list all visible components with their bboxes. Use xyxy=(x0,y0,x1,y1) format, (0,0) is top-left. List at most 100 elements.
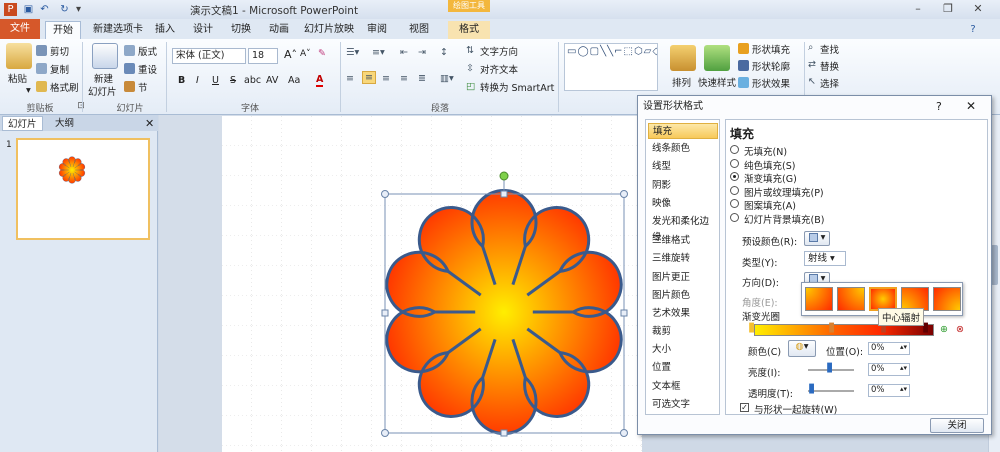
fill-option-label[interactable]: 幻灯片背景填充(B) xyxy=(744,212,824,226)
strike-button[interactable]: S xyxy=(230,75,236,86)
section-button[interactable]: 节 xyxy=(138,80,148,94)
quick-styles-button[interactable]: 快速样式 xyxy=(698,75,736,89)
launcher-icon[interactable]: ⊡ xyxy=(76,101,86,111)
dialog-close-icon[interactable]: ✕ xyxy=(966,99,976,113)
replace-button[interactable]: 替换 xyxy=(820,59,839,73)
layout-button[interactable]: 版式 xyxy=(138,44,157,58)
position-spinner[interactable]: 0% ▴▾ xyxy=(868,342,910,355)
clear-format-icon[interactable]: ✎ xyxy=(318,48,326,59)
shadow-button[interactable]: abc xyxy=(244,75,261,86)
spinner-arrows-icon[interactable]: ▴▾ xyxy=(900,384,907,395)
remove-stop-icon[interactable]: ⊗ xyxy=(956,324,964,335)
bold-button[interactable]: B xyxy=(178,75,185,86)
tab-slides[interactable]: 幻灯片 xyxy=(2,116,43,131)
bullets-icon[interactable]: ☰▾ xyxy=(346,47,359,58)
tab-transitions[interactable]: 切换 xyxy=(226,21,256,39)
new-slide-button[interactable]: 新建 xyxy=(94,71,113,85)
format-painter-button[interactable]: 格式刷 xyxy=(50,80,79,94)
tab-outline[interactable]: 大纲 xyxy=(50,116,79,131)
arrange-button[interactable]: 排列 xyxy=(672,75,691,89)
slide[interactable] xyxy=(222,116,642,452)
shape-outline-icon[interactable] xyxy=(738,60,749,71)
brightness-slider-thumb[interactable]: ▮ xyxy=(826,360,833,375)
direction-option-2[interactable] xyxy=(837,287,865,311)
copy-icon[interactable] xyxy=(36,63,47,74)
rotate-with-shape-checkbox[interactable]: ✓ xyxy=(740,403,749,412)
spinner-arrows-icon[interactable]: ▴▾ xyxy=(900,363,907,374)
format-painter-icon[interactable] xyxy=(36,81,47,92)
replace-icon[interactable]: ⇄ xyxy=(808,59,816,70)
columns-icon[interactable]: ▥▾ xyxy=(440,73,454,84)
text-direction-button[interactable]: 文字方向 xyxy=(480,44,518,58)
direction-option-5[interactable] xyxy=(933,287,961,311)
select-button[interactable]: 选择 xyxy=(820,76,839,90)
nav-item[interactable]: 阴影 xyxy=(648,178,718,194)
transparency-spinner[interactable]: 0% ▴▾ xyxy=(868,384,910,397)
paste-icon[interactable] xyxy=(6,43,32,69)
cut-icon[interactable] xyxy=(36,45,47,56)
paste-dropdown-icon[interactable]: ▾ xyxy=(26,85,31,96)
undo-icon[interactable]: ↶ xyxy=(38,3,51,16)
tab-slideshow[interactable]: 幻灯片放映 xyxy=(304,21,354,39)
align-text-icon[interactable]: ⇳ xyxy=(466,63,474,74)
qat-dropdown-icon[interactable]: ▾ xyxy=(72,3,85,16)
fill-option-radio[interactable] xyxy=(730,185,739,195)
fill-option-radio[interactable] xyxy=(730,199,739,209)
section-icon[interactable] xyxy=(124,81,135,92)
align-text-button[interactable]: 对齐文本 xyxy=(480,62,518,76)
nav-item[interactable]: 裁剪 xyxy=(648,324,718,340)
fill-option-radio[interactable] xyxy=(730,158,739,168)
new-slide-label[interactable]: 幻灯片 xyxy=(88,84,117,98)
decrease-indent-icon[interactable]: ⇤ xyxy=(400,47,408,58)
shape-effects-icon[interactable] xyxy=(738,77,749,88)
nav-item[interactable]: 发光和柔化边缘 xyxy=(648,214,718,243)
brightness-spinner[interactable]: 0% ▴▾ xyxy=(868,363,910,376)
smartart-button[interactable]: 转换为 SmartArt xyxy=(480,80,554,94)
paste-button[interactable]: 粘贴 xyxy=(8,71,27,85)
quick-styles-icon[interactable] xyxy=(704,45,730,71)
align-right-icon[interactable]: ≡ xyxy=(382,73,390,84)
close-button[interactable]: 关闭 xyxy=(930,418,984,433)
nav-item[interactable]: 三维格式 xyxy=(648,233,718,249)
fill-option-label[interactable]: 无填充(N) xyxy=(744,144,787,158)
nav-item[interactable]: 线型 xyxy=(648,159,718,175)
layout-icon[interactable] xyxy=(124,45,135,56)
close-pane-icon[interactable]: ✕ xyxy=(140,116,159,131)
numbering-icon[interactable]: ≡▾ xyxy=(372,47,385,58)
justify-icon[interactable]: ≡ xyxy=(400,73,408,84)
reset-icon[interactable] xyxy=(124,63,135,74)
fill-option-radio[interactable] xyxy=(730,145,739,154)
nav-item[interactable]: 填充 xyxy=(648,123,718,139)
dialog-help-button[interactable]: ? xyxy=(936,100,942,113)
tab-design[interactable]: 设计 xyxy=(188,21,218,39)
nav-item[interactable]: 文本框 xyxy=(648,379,718,395)
nav-item[interactable]: 位置 xyxy=(648,360,718,376)
tab-view[interactable]: 视图 xyxy=(404,21,434,39)
reset-button[interactable]: 重设 xyxy=(138,62,157,76)
preset-colors-dropdown[interactable]: ▾ xyxy=(804,231,830,246)
font-name-select[interactable]: 宋体 (正文) xyxy=(172,48,246,64)
find-button[interactable]: 查找 xyxy=(820,42,839,56)
slide-thumbnail[interactable] xyxy=(16,138,150,240)
save-icon[interactable]: ▣ xyxy=(22,3,35,16)
add-stop-icon[interactable]: ⊕ xyxy=(940,324,948,335)
shapes-gallery[interactable]: ▭◯▢╲╲⌐⬚⬡▱◇◯△△⌐⌐⇨⇩⇦⇧⇨⇧ xyxy=(564,43,658,91)
tab-file[interactable]: 文件 xyxy=(0,19,40,39)
nav-item[interactable]: 三维旋转 xyxy=(648,251,718,267)
align-left-icon[interactable]: ≡ xyxy=(346,73,354,84)
find-icon[interactable]: ⌕ xyxy=(808,42,813,53)
tab-format[interactable]: 格式 xyxy=(448,21,490,39)
rotation-handle[interactable] xyxy=(499,171,509,181)
minimize-icon[interactable]: – xyxy=(908,2,928,16)
fill-option-radio[interactable] xyxy=(730,172,739,182)
shape-effects-button[interactable]: 形状效果 xyxy=(752,76,790,90)
tab-review[interactable]: 审阅 xyxy=(362,21,392,39)
redo-icon[interactable]: ↻ xyxy=(58,3,71,16)
help-icon[interactable]: ? xyxy=(966,21,980,39)
spinner-arrows-icon[interactable]: ▴▾ xyxy=(900,342,907,353)
selected-flower-shape[interactable] xyxy=(385,189,623,435)
fill-option-label[interactable]: 渐变填充(G) xyxy=(744,171,797,185)
fill-option-label[interactable]: 图案填充(A) xyxy=(744,198,796,212)
arrange-icon[interactable] xyxy=(670,45,696,71)
new-slide-icon[interactable] xyxy=(92,43,118,69)
